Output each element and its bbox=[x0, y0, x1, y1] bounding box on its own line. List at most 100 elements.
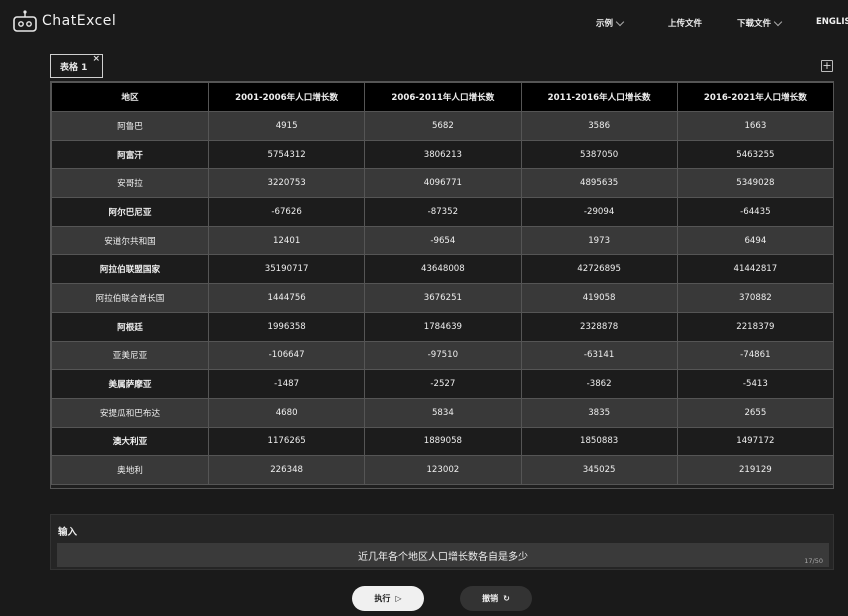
value-cell[interactable]: 345025 bbox=[520, 455, 678, 485]
undo-button[interactable]: 撤销 ↻ bbox=[460, 586, 532, 611]
value-cell[interactable]: 219129 bbox=[676, 455, 833, 485]
region-cell[interactable]: 阿拉伯联盟国家 bbox=[51, 254, 209, 285]
region-cell[interactable]: 阿富汗 bbox=[51, 139, 209, 170]
sheet-tab-label: 表格 1 bbox=[60, 62, 88, 73]
value-cell[interactable]: -2527 bbox=[364, 369, 522, 399]
value-cell[interactable]: 4895635 bbox=[520, 168, 678, 199]
value-cell[interactable]: 1996358 bbox=[207, 311, 366, 342]
nav-language-english[interactable]: ENGLISH bbox=[816, 17, 848, 27]
query-input-value: 近几年各个地区人口增长数各自是多少 bbox=[358, 551, 528, 563]
region-cell[interactable]: 安提瓜和巴布达 bbox=[51, 397, 209, 428]
table-header-row: 地区 2001-2006年人口增长数 2006-2011年人口增长数 2011-… bbox=[51, 82, 833, 112]
region-cell[interactable]: 阿尔巴尼亚 bbox=[51, 197, 209, 227]
value-cell[interactable]: -74861 bbox=[676, 340, 833, 371]
value-cell[interactable]: 4096771 bbox=[364, 168, 522, 199]
value-cell[interactable]: 1784639 bbox=[364, 311, 522, 342]
value-cell[interactable]: 370882 bbox=[676, 283, 833, 313]
column-header[interactable]: 2011-2016年人口增长数 bbox=[520, 82, 678, 112]
value-cell[interactable]: 419058 bbox=[520, 283, 678, 313]
value-cell[interactable]: 226348 bbox=[207, 455, 366, 485]
column-header[interactable]: 2006-2011年人口增长数 bbox=[364, 82, 522, 112]
region-cell[interactable]: 安哥拉 bbox=[51, 168, 209, 199]
table-row: 安道尔共和国 12401 -9654 1973 6494 bbox=[51, 225, 833, 256]
column-header[interactable]: 2001-2006年人口增长数 bbox=[207, 82, 366, 112]
table-row: 阿富汗 5754312 3806213 5387050 5463255 bbox=[51, 139, 833, 170]
value-cell[interactable]: 5754312 bbox=[207, 139, 366, 170]
column-header[interactable]: 地区 bbox=[51, 82, 209, 112]
value-cell[interactable]: 5682 bbox=[364, 111, 522, 141]
region-cell[interactable]: 澳大利亚 bbox=[51, 426, 209, 457]
region-cell[interactable]: 奥地利 bbox=[51, 455, 209, 485]
table-row: 阿拉伯联盟国家 35190717 43648008 42726895 41442817 bbox=[51, 254, 833, 285]
run-button[interactable]: 执行 ▷ bbox=[352, 586, 424, 611]
value-cell[interactable]: 4915 bbox=[207, 111, 366, 141]
value-cell[interactable]: -87352 bbox=[364, 197, 522, 227]
value-cell[interactable]: 35190717 bbox=[207, 254, 366, 285]
value-cell[interactable]: 3220753 bbox=[207, 168, 366, 199]
value-cell[interactable]: 123002 bbox=[364, 455, 522, 485]
value-cell[interactable]: 41442817 bbox=[676, 254, 833, 285]
nav-examples[interactable]: 示例 bbox=[596, 17, 625, 29]
table-row: 阿鲁巴 4915 5682 3586 1663 bbox=[51, 111, 833, 141]
value-cell[interactable]: -67626 bbox=[207, 197, 366, 227]
table-row: 安哥拉 3220753 4096771 4895635 5349028 bbox=[51, 168, 833, 199]
nav-upload-file[interactable]: 上传文件 bbox=[668, 17, 702, 29]
region-cell[interactable]: 阿根廷 bbox=[51, 311, 209, 342]
value-cell[interactable]: -29094 bbox=[520, 197, 678, 227]
value-cell[interactable]: 2328878 bbox=[520, 311, 678, 342]
nav-download-label: 下载文件 bbox=[737, 19, 772, 29]
value-cell[interactable]: 5349028 bbox=[676, 168, 833, 199]
value-cell[interactable]: 3676251 bbox=[364, 283, 522, 313]
value-cell[interactable]: 12401 bbox=[207, 225, 366, 256]
value-cell[interactable]: -64435 bbox=[676, 197, 833, 227]
value-cell[interactable]: 3806213 bbox=[364, 139, 522, 170]
value-cell[interactable]: 2655 bbox=[676, 397, 833, 428]
query-input[interactable]: 近几年各个地区人口增长数各自是多少 17/50 bbox=[57, 543, 829, 567]
close-icon[interactable]: × bbox=[92, 54, 100, 64]
value-cell[interactable]: 3835 bbox=[520, 397, 678, 428]
value-cell[interactable]: 43648008 bbox=[364, 254, 522, 285]
value-cell[interactable]: 3586 bbox=[520, 111, 678, 141]
value-cell[interactable]: 1663 bbox=[676, 111, 833, 141]
region-cell[interactable]: 亚美尼亚 bbox=[51, 340, 209, 371]
value-cell[interactable]: -1487 bbox=[207, 369, 366, 399]
value-cell[interactable]: -3862 bbox=[520, 369, 678, 399]
char-counter: 17/50 bbox=[804, 557, 823, 565]
value-cell[interactable]: 5387050 bbox=[520, 139, 678, 170]
undo-icon: ↻ bbox=[503, 594, 510, 603]
app-logo[interactable]: ChatExcel bbox=[12, 9, 116, 33]
value-cell[interactable]: -106647 bbox=[207, 340, 366, 371]
table-row: 奥地利 226348 123002 345025 219129 bbox=[51, 455, 833, 485]
value-cell[interactable]: 6494 bbox=[676, 225, 833, 256]
value-cell[interactable]: 5834 bbox=[364, 397, 522, 428]
table-row: 阿根廷 1996358 1784639 2328878 2218379 bbox=[51, 311, 833, 342]
value-cell[interactable]: 5463255 bbox=[676, 139, 833, 170]
value-cell[interactable]: 1850883 bbox=[520, 426, 678, 457]
region-cell[interactable]: 安道尔共和国 bbox=[51, 225, 209, 256]
nav-download-file[interactable]: 下载文件 bbox=[737, 17, 783, 29]
sheet-tab-1[interactable]: 表格 1 × bbox=[50, 54, 103, 78]
value-cell[interactable]: -97510 bbox=[364, 340, 522, 371]
value-cell[interactable]: 1497172 bbox=[676, 426, 833, 457]
value-cell[interactable]: 1889058 bbox=[364, 426, 522, 457]
value-cell[interactable]: -63141 bbox=[520, 340, 678, 371]
value-cell[interactable]: 1973 bbox=[520, 225, 678, 256]
column-header[interactable]: 2016-2021年人口增长数 bbox=[676, 82, 833, 112]
value-cell[interactable]: 42726895 bbox=[520, 254, 678, 285]
value-cell[interactable]: -9654 bbox=[364, 225, 522, 256]
table-row: 美属萨摩亚 -1487 -2527 -3862 -5413 bbox=[51, 369, 833, 399]
nav-upload-label: 上传文件 bbox=[668, 19, 703, 29]
value-cell[interactable]: 1444756 bbox=[207, 283, 366, 313]
value-cell[interactable]: 1176265 bbox=[207, 426, 366, 457]
undo-button-label: 撤销 bbox=[482, 594, 499, 603]
plus-square-icon[interactable]: + bbox=[821, 60, 833, 72]
value-cell[interactable]: 4680 bbox=[207, 397, 366, 428]
play-icon: ▷ bbox=[395, 594, 402, 603]
chevron-down-icon bbox=[773, 17, 783, 26]
region-cell[interactable]: 美属萨摩亚 bbox=[51, 369, 209, 399]
region-cell[interactable]: 阿鲁巴 bbox=[51, 111, 209, 141]
value-cell[interactable]: -5413 bbox=[676, 369, 833, 399]
value-cell[interactable]: 2218379 bbox=[676, 311, 833, 342]
region-cell[interactable]: 阿拉伯联合酋长国 bbox=[51, 283, 209, 313]
run-button-label: 执行 bbox=[374, 594, 391, 603]
